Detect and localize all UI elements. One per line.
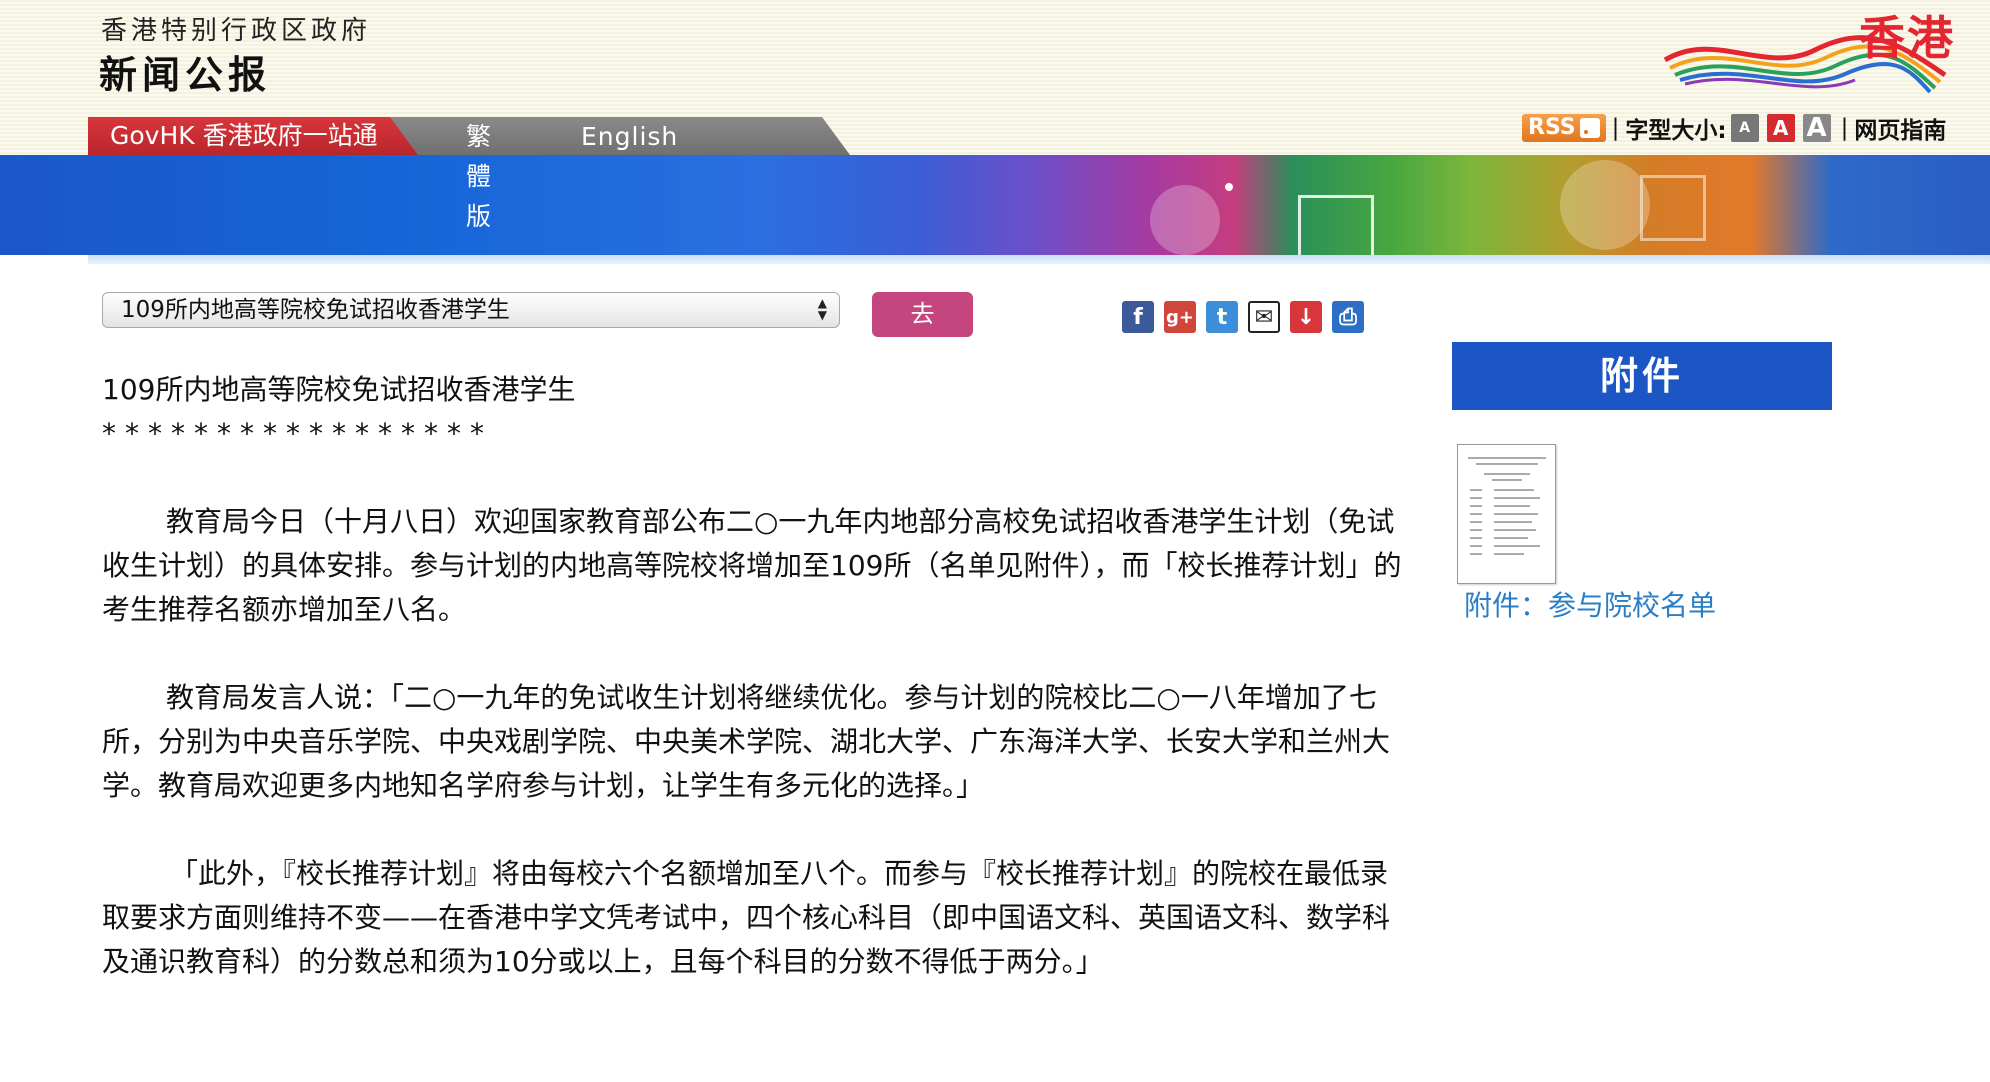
- web-guide-link[interactable]: 网页指南: [1854, 111, 1946, 145]
- decorative-banner: [0, 155, 1990, 255]
- attachment-link[interactable]: 附件：参与院校名单: [1464, 584, 1716, 628]
- article-body: 109所内地高等院校免试招收香港学生 ***************** 教育局…: [102, 368, 1412, 1028]
- brand-text: 香港: [1859, 11, 1955, 65]
- email-glyph: ✉: [1254, 304, 1274, 330]
- banner-underline: [88, 255, 1990, 264]
- font-large-button[interactable]: A: [1802, 113, 1831, 143]
- banner-circle: [1560, 160, 1650, 250]
- brand-hong-kong-logo[interactable]: 香港: [1655, 0, 1955, 100]
- divider: |: [1840, 115, 1849, 141]
- rss-feed-icon: [1579, 118, 1600, 138]
- email-icon[interactable]: ✉: [1248, 301, 1280, 333]
- article-title: 109所内地高等院校免试招收香港学生: [102, 373, 576, 406]
- font-small-button[interactable]: A: [1730, 114, 1759, 142]
- utility-toolbar: RSS | 字型大小: A A A | 网页指南: [1522, 112, 1946, 144]
- banner-circle: [1150, 185, 1220, 255]
- twitter-icon[interactable]: t: [1206, 301, 1238, 333]
- government-name: 香港特别行政区政府: [101, 16, 372, 46]
- page-header: 香港特别行政区政府 新闻公报 香港 GovHK 香港政府一站通 繁體版 Engl…: [0, 0, 1990, 231]
- print-icon[interactable]: ⎙: [1332, 301, 1364, 333]
- share-toolbar: f g+ t ✉ ↓ ⎙: [1122, 301, 1364, 333]
- font-size-label: 字型大小:: [1625, 118, 1727, 144]
- title-stars-divider: *****************: [102, 417, 493, 450]
- rss-label: RSS: [1528, 115, 1576, 140]
- article-paragraph: 教育局发言人说：「二○一九年的免试收生计划将继续优化。参与计划的院校比二○一八年…: [102, 681, 1391, 802]
- english-link[interactable]: English: [581, 117, 678, 157]
- go-button[interactable]: 去: [872, 292, 973, 337]
- attachment-thumbnail[interactable]: [1457, 444, 1556, 584]
- traditional-chinese-link[interactable]: 繁體版: [466, 117, 491, 237]
- article-paragraph: 「此外，『校长推荐计划』将由每校六个名额增加至八个。而参与『校长推荐计划』的院校…: [102, 857, 1391, 978]
- press-releases-title[interactable]: 新闻公报: [99, 44, 271, 99]
- rss-button[interactable]: RSS: [1522, 114, 1606, 142]
- google-plus-icon[interactable]: g+: [1164, 301, 1196, 333]
- facebook-icon[interactable]: f: [1122, 301, 1154, 333]
- divider: |: [1611, 115, 1620, 141]
- banner-square: [1298, 195, 1374, 255]
- banner-sparkle: [1225, 183, 1233, 191]
- attachment-heading: 附件: [1452, 342, 1832, 410]
- banner-square: [1640, 175, 1706, 241]
- font-medium-button[interactable]: A: [1766, 114, 1795, 142]
- govhk-link[interactable]: GovHK 香港政府一站通: [88, 117, 418, 155]
- press-release-select[interactable]: 109所内地高等院校免试招收香港学生 ▲ ▼: [102, 292, 840, 328]
- select-value: 109所内地高等院校免试招收香港学生: [121, 297, 510, 323]
- bookmark-icon[interactable]: ↓: [1290, 301, 1322, 333]
- article-paragraph: 教育局今日（十月八日）欢迎国家教育部公布二○一九年内地部分高校免试招收香港学生计…: [102, 505, 1402, 626]
- select-arrows-icon: ▲ ▼: [817, 296, 827, 322]
